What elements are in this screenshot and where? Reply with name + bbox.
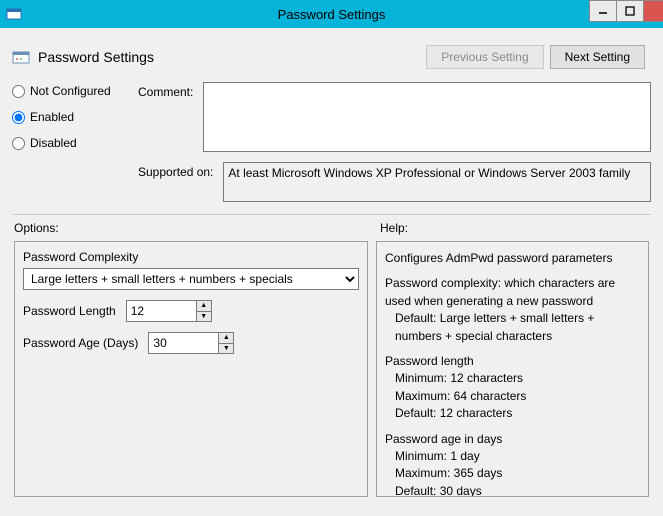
options-pane: Password Complexity Large letters + smal… — [14, 241, 368, 497]
help-text: Minimum: 12 characters — [385, 370, 640, 387]
complexity-label: Password Complexity — [23, 250, 359, 264]
help-text: Password complexity: which characters ar… — [385, 275, 640, 310]
help-section-label: Help: — [380, 221, 408, 235]
radio-label: Disabled — [30, 136, 77, 150]
title-bar: Password Settings — [0, 0, 663, 28]
help-text: Maximum: 365 days — [385, 465, 640, 482]
radio-label: Not Configured — [30, 84, 111, 98]
comment-label: Comment: — [138, 82, 193, 162]
complexity-select[interactable]: Large letters + small letters + numbers … — [23, 268, 359, 290]
minimize-button[interactable] — [589, 0, 617, 22]
maximize-button[interactable] — [616, 0, 644, 22]
policy-icon — [12, 48, 30, 66]
length-down-button[interactable]: ▼ — [197, 312, 211, 322]
radio-enabled[interactable]: Enabled — [12, 110, 138, 124]
window-title: Password Settings — [278, 7, 386, 22]
help-text: Default: 30 days — [385, 483, 640, 497]
help-text: Minimum: 1 day — [385, 448, 640, 465]
page-title: Password Settings — [38, 49, 154, 65]
help-pane: Configures AdmPwd password parameters Pa… — [376, 241, 649, 497]
length-input[interactable] — [126, 300, 196, 322]
help-text: Default: 12 characters — [385, 405, 640, 422]
length-up-button[interactable]: ▲ — [197, 301, 211, 312]
length-spinner[interactable]: ▲ ▼ — [126, 300, 212, 322]
age-down-button[interactable]: ▼ — [219, 344, 233, 354]
help-text: Configures AdmPwd password parameters — [385, 250, 640, 267]
age-spinner[interactable]: ▲ ▼ — [148, 332, 234, 354]
radio-label: Enabled — [30, 110, 74, 124]
length-label: Password Length — [23, 304, 116, 318]
close-button[interactable] — [643, 0, 663, 22]
window-controls — [590, 0, 663, 22]
options-section-label: Options: — [12, 221, 380, 235]
help-text: Password age in days — [385, 431, 640, 448]
supported-on-text: At least Microsoft Windows XP Profession… — [223, 162, 651, 202]
age-label: Password Age (Days) — [23, 336, 138, 350]
radio-input-enabled[interactable] — [12, 111, 25, 124]
radio-disabled[interactable]: Disabled — [12, 136, 138, 150]
help-text: Default: Large letters + small letters +… — [385, 310, 640, 345]
help-text: Maximum: 64 characters — [385, 388, 640, 405]
age-up-button[interactable]: ▲ — [219, 333, 233, 344]
radio-input-disabled[interactable] — [12, 137, 25, 150]
radio-not-configured[interactable]: Not Configured — [12, 84, 138, 98]
help-text: Password length — [385, 353, 640, 370]
radio-input-not-configured[interactable] — [12, 85, 25, 98]
next-setting-button[interactable]: Next Setting — [550, 45, 645, 69]
app-icon — [6, 6, 22, 22]
previous-setting-button: Previous Setting — [426, 45, 543, 69]
supported-on-label: Supported on: — [138, 162, 213, 202]
age-input[interactable] — [148, 332, 218, 354]
divider — [12, 214, 651, 215]
comment-textarea[interactable] — [203, 82, 651, 152]
